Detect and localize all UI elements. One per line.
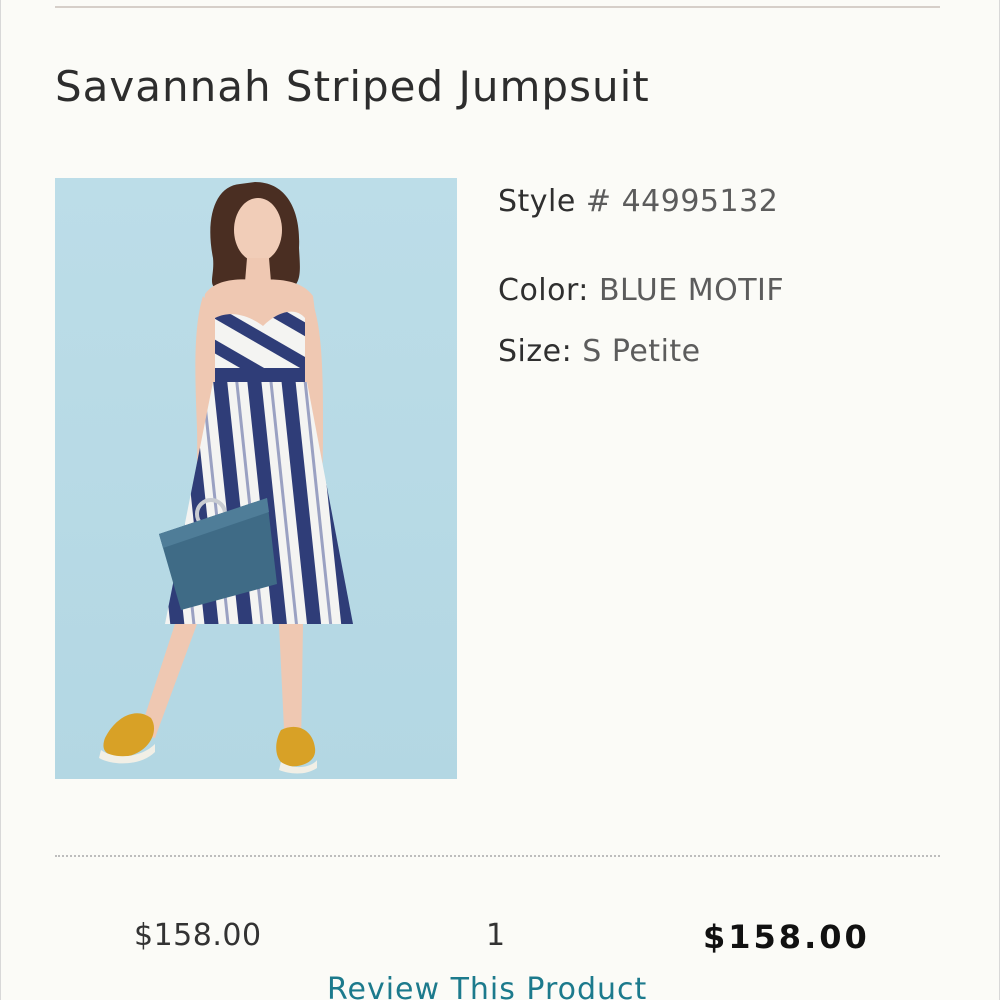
quantity-value: 1 [486, 918, 506, 953]
style-value: # 44995132 [585, 184, 779, 219]
style-label: Style [498, 184, 576, 219]
style-row: Style # 44995132 [498, 184, 778, 219]
card-border-left [0, 0, 1, 1000]
total-price: $158.00 [703, 918, 870, 956]
color-row: Color: BLUE MOTIF [498, 273, 784, 308]
size-label: Size: [498, 334, 573, 369]
product-title: Savannah Striped Jumpsuit [55, 62, 650, 111]
size-row: Size: S Petite [498, 334, 701, 369]
unit-price: $158.00 [134, 918, 262, 953]
size-value: S Petite [582, 334, 701, 369]
product-card: Savannah Striped Jumpsuit Style # 449951… [0, 0, 1000, 1000]
product-image[interactable] [55, 178, 457, 779]
color-label: Color: [498, 273, 589, 308]
dotted-divider [55, 855, 940, 857]
color-value: BLUE MOTIF [598, 273, 785, 308]
review-product-link[interactable]: Review This Product [327, 972, 647, 1000]
top-divider [55, 6, 940, 8]
